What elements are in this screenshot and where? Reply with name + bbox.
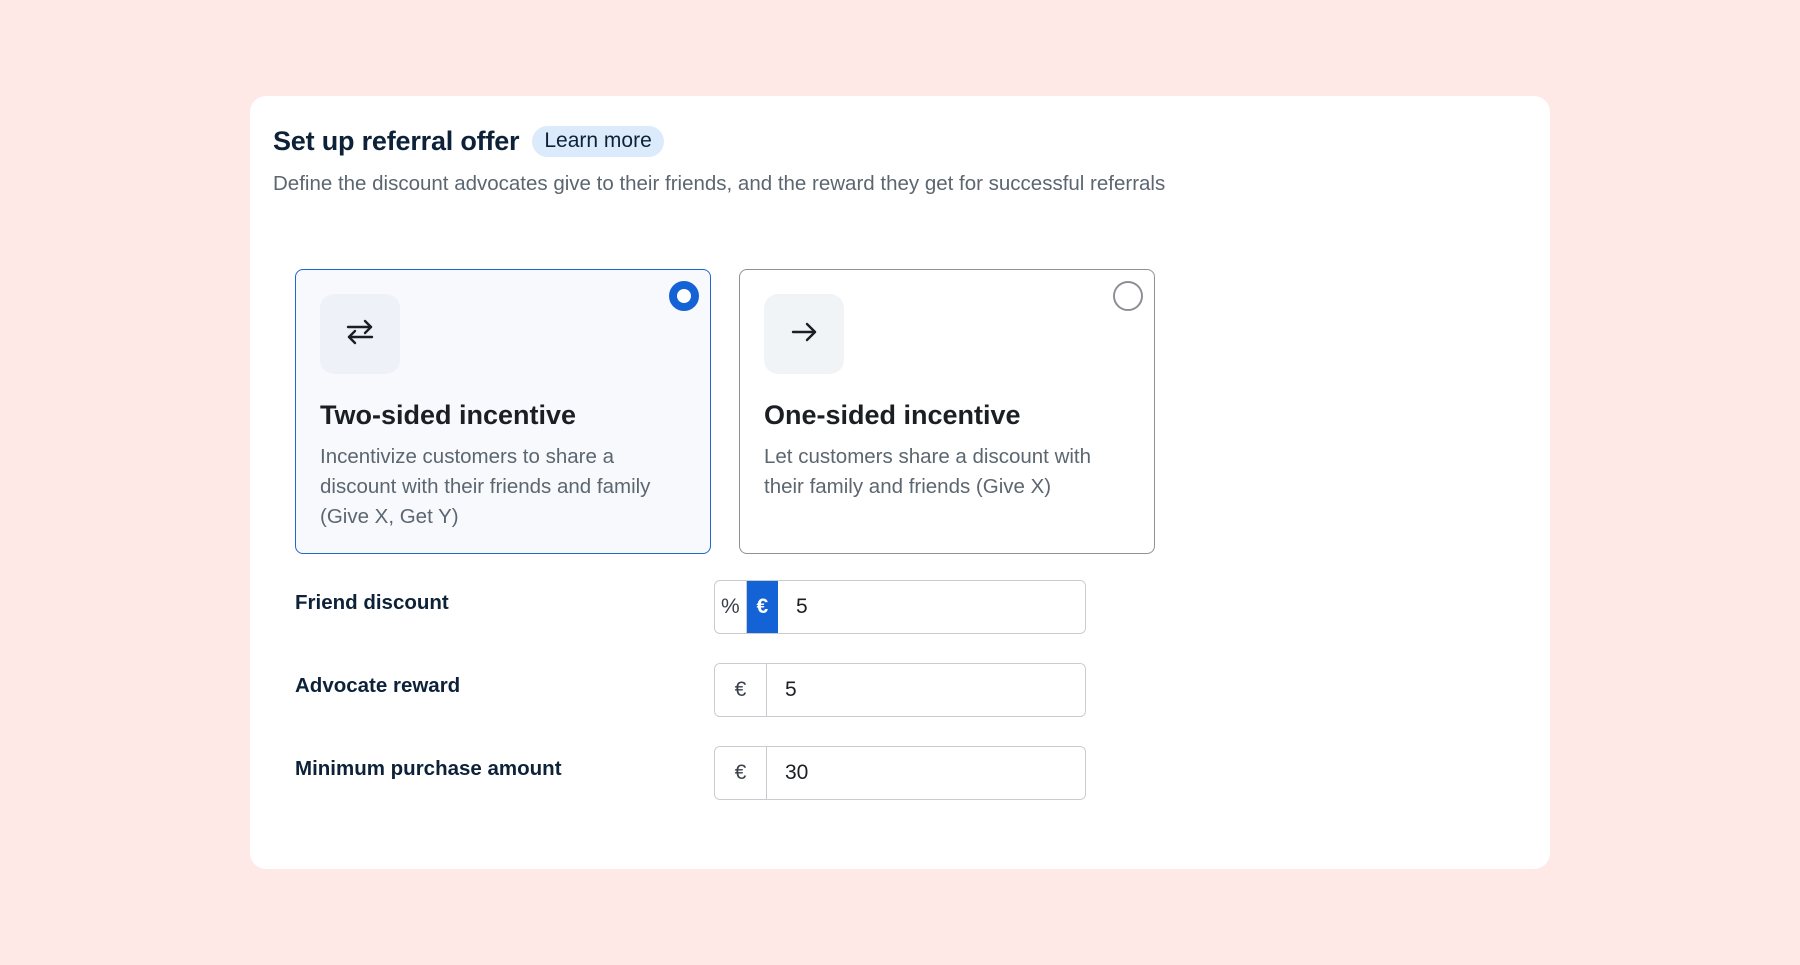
euro-toggle[interactable]: € bbox=[746, 581, 778, 633]
option-title: One-sided incentive bbox=[764, 400, 1021, 430]
minimum-purchase-label: Minimum purchase amount bbox=[295, 757, 562, 780]
learn-more-link[interactable]: Learn more bbox=[532, 126, 664, 157]
friend-discount-label: Friend discount bbox=[295, 591, 449, 614]
page-subtitle: Define the discount advocates give to th… bbox=[273, 172, 1166, 195]
option-two-sided-incentive[interactable]: Two-sided incentive Incentivize customer… bbox=[295, 269, 711, 554]
radio-selected[interactable] bbox=[669, 281, 699, 311]
page-title: Set up referral offer bbox=[273, 126, 520, 156]
option-icon-container bbox=[764, 294, 844, 374]
referral-offer-card: Set up referral offer Learn more Define … bbox=[250, 96, 1550, 869]
advocate-reward-input[interactable] bbox=[767, 664, 1085, 716]
option-description: Incentivize customers to share a discoun… bbox=[320, 445, 651, 528]
percent-toggle[interactable]: % bbox=[715, 581, 747, 633]
advocate-reward-label: Advocate reward bbox=[295, 674, 461, 697]
option-one-sided-incentive[interactable]: One-sided incentive Let customers share … bbox=[739, 269, 1155, 554]
header-row: Set up referral offer Learn more bbox=[273, 126, 664, 157]
option-title: Two-sided incentive bbox=[320, 400, 577, 430]
radio-unselected[interactable] bbox=[1113, 281, 1143, 311]
currency-prefix: € bbox=[715, 664, 767, 716]
option-icon-container bbox=[320, 294, 400, 374]
arrow-right-icon bbox=[789, 317, 819, 352]
option-description: Let customers share a discount with thei… bbox=[764, 445, 1092, 498]
friend-discount-input-group: % € bbox=[714, 580, 1086, 634]
minimum-purchase-input-group: € bbox=[714, 746, 1086, 800]
friend-discount-input[interactable] bbox=[778, 581, 1085, 633]
currency-prefix: € bbox=[715, 747, 767, 799]
minimum-purchase-input[interactable] bbox=[767, 747, 1085, 799]
advocate-reward-input-group: € bbox=[714, 663, 1086, 717]
swap-arrows-icon bbox=[345, 317, 375, 352]
